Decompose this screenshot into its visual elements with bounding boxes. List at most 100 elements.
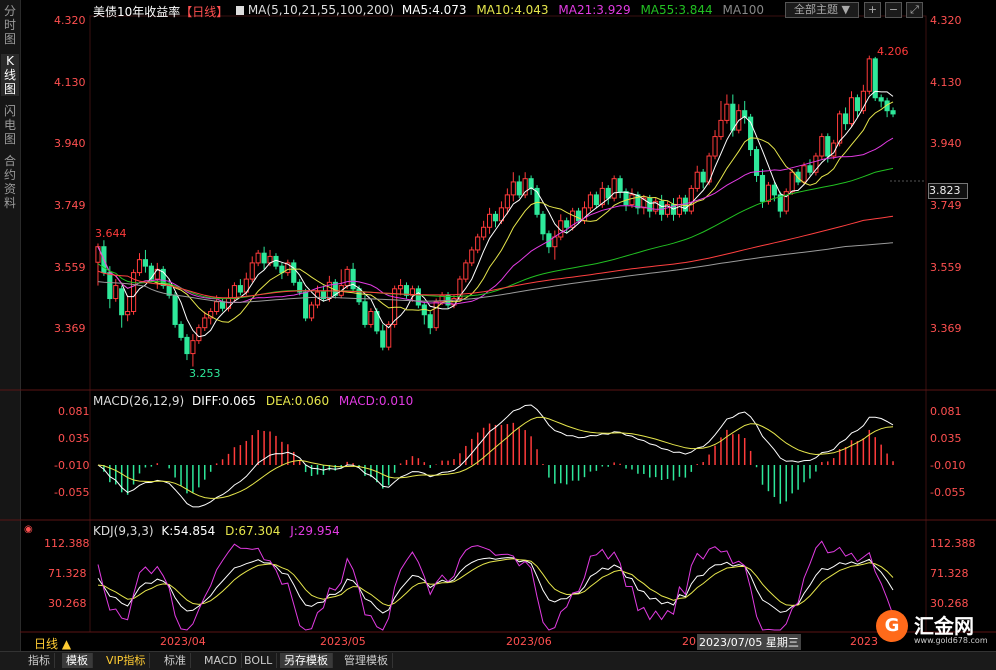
candle-body: [866, 58, 872, 92]
candle-body: [771, 184, 777, 196]
expand-icon[interactable]: ⤢: [906, 2, 923, 18]
chart-canvas[interactable]: [0, 0, 996, 651]
candle-body: [890, 110, 896, 115]
ma-legend-icon: [236, 6, 244, 15]
macd-value: MACD:0.010: [338, 394, 414, 408]
candle-body: [368, 310, 374, 325]
price-tick: 3.749: [54, 199, 86, 212]
candle-body: [380, 330, 386, 348]
macd-params: MACD(26,12,9): [93, 394, 185, 408]
candle-body: [415, 288, 421, 306]
candle-body: [837, 113, 843, 144]
candle-body: [552, 236, 558, 248]
macd-panel: [97, 404, 894, 508]
macd-diff: DIFF:0.065: [191, 394, 257, 408]
bottom-toolbar: 指标 模板 VIP指标 标准 MACD BOLL 另存模板 管理模板: [0, 651, 996, 670]
gold678-logo: G 汇金网 www.gold678.com: [874, 604, 994, 649]
candle-body: [433, 301, 439, 329]
candle-body: [807, 165, 813, 173]
kdj-tick: 71.328: [48, 567, 87, 580]
date-label: 2023/06: [506, 635, 552, 648]
candle-body: [629, 194, 635, 206]
tab-macd[interactable]: MACD: [200, 653, 242, 668]
candle-body: [113, 285, 119, 300]
kdj-close-icon[interactable]: ◉: [24, 524, 33, 535]
candle-body: [718, 119, 724, 138]
kdj-j: J:29.954: [290, 524, 340, 538]
candle-body: [362, 301, 368, 325]
candle-body: [237, 285, 243, 293]
price-tick: 4.320: [54, 14, 86, 27]
add-icon[interactable]: +: [864, 2, 881, 18]
kdj-j-line: [97, 540, 894, 631]
kdj-d: D:67.304: [225, 524, 281, 538]
kdj-k-line: [97, 557, 894, 614]
kdj-panel: [97, 540, 894, 631]
candle-body: [196, 327, 202, 342]
start-price-label: 3.644: [95, 227, 127, 240]
candle-body: [528, 178, 534, 189]
candle-body: [611, 178, 617, 199]
candle-body: [178, 323, 184, 338]
candle-body: [623, 191, 629, 206]
price-tick: 3.559: [54, 261, 86, 274]
ma-params: MA(5,10,21,55,100,200): [247, 3, 395, 17]
candle-body: [854, 97, 861, 112]
period-switch-button[interactable]: 日线 ▲: [34, 635, 71, 652]
candle-body: [136, 259, 143, 274]
ma5-value: MA5:4.073: [401, 3, 467, 17]
candlestick-series: [95, 55, 896, 367]
kdj-tick: 112.388: [44, 537, 90, 550]
macd-tick: 0.081: [58, 405, 90, 418]
candle-body: [225, 298, 232, 309]
price-tick-right: 3.749: [930, 199, 962, 212]
candle-body: [801, 165, 807, 183]
candle-body: [350, 268, 356, 290]
tab-boll[interactable]: BOLL: [240, 653, 278, 668]
kdj-tick-right: 71.328: [930, 567, 969, 580]
candle-body: [107, 272, 113, 300]
candle-body: [842, 113, 849, 125]
candle-body: [540, 213, 546, 235]
candle-body: [119, 288, 125, 316]
candle-body: [219, 301, 226, 309]
chart-title: 美债10年收益率【日线】: [93, 3, 228, 20]
candle-body: [190, 340, 196, 355]
candle-body: [125, 310, 131, 316]
macd-tick-right: 0.081: [930, 405, 962, 418]
tab-template[interactable]: 模板: [62, 653, 93, 668]
logo-url: www.gold678.com: [914, 636, 988, 645]
ma21-value: MA21:3.929: [558, 3, 631, 17]
ma100-value: MA100: [722, 3, 764, 17]
candle-body: [724, 103, 730, 121]
candle-body: [397, 285, 404, 290]
tab-save-template[interactable]: 另存模板: [280, 653, 333, 668]
candle-body: [825, 136, 831, 157]
candle-body: [427, 314, 433, 329]
ma55-value: MA55:3.844: [640, 3, 713, 17]
logo-icon: G: [876, 610, 908, 642]
candle-body: [249, 262, 255, 280]
price-tick: 3.369: [54, 322, 86, 335]
candle-body: [688, 187, 694, 212]
theme-select[interactable]: 全部主题 ▼: [785, 2, 859, 18]
candle-body: [765, 184, 772, 202]
candle-body: [469, 249, 475, 264]
candle-body: [142, 259, 149, 267]
kdj-tick: 30.268: [48, 597, 87, 610]
minus-icon[interactable]: −: [885, 2, 902, 18]
candle-body: [712, 136, 718, 157]
tab-indicator[interactable]: 指标: [24, 653, 55, 668]
candle-body: [202, 317, 208, 329]
tab-standard[interactable]: 标准: [160, 653, 191, 668]
tab-vip-indicator[interactable]: VIP指标: [102, 653, 151, 668]
candle-body: [759, 174, 766, 202]
price-tick-right: 3.559: [930, 261, 962, 274]
macd-tick: 0.035: [58, 432, 90, 445]
tab-manage-template[interactable]: 管理模板: [340, 653, 393, 668]
candle-body: [255, 252, 261, 264]
candle-body: [789, 171, 795, 193]
crosshair-date-label: 2023/07/05 星期三: [697, 634, 801, 650]
price-tick-right: 3.940: [930, 137, 962, 150]
candle-body: [184, 336, 190, 355]
